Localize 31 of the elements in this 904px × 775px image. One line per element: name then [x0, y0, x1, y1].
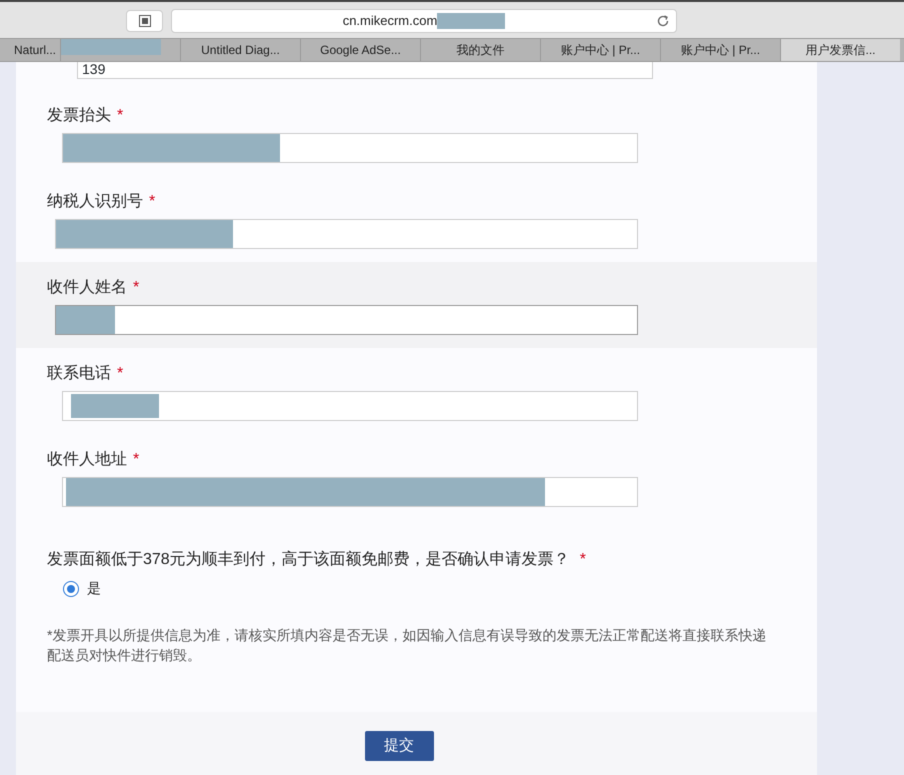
redaction-block	[437, 13, 506, 29]
redaction-block	[56, 306, 115, 334]
url-text: cn.mikecrm.com	[342, 12, 438, 30]
text-field[interactable]	[62, 477, 638, 507]
field-value: 139	[82, 62, 106, 77]
required-mark: *	[149, 193, 156, 210]
sidebar-button[interactable]	[126, 10, 163, 32]
required-mark: *	[117, 365, 124, 382]
field-label: 收件人地址	[47, 451, 127, 468]
text-field[interactable]: 139	[77, 62, 653, 79]
question-label: 发票面额低于378元为顺丰到付，高于该面额免邮费，是否确认申请发票？	[47, 551, 570, 568]
option-label[interactable]: 是	[87, 578, 101, 599]
field-label: 纳税人识别号	[47, 193, 143, 210]
required-mark: *	[117, 107, 124, 124]
reload-icon[interactable]	[656, 14, 670, 28]
browser-tab[interactable]: 用户发票信...	[780, 39, 900, 61]
text-field[interactable]	[62, 391, 638, 421]
required-mark: *	[580, 551, 586, 568]
text-field[interactable]	[55, 219, 638, 249]
field-label: 发票抬头	[47, 107, 111, 124]
field-label: 收件人姓名	[47, 279, 127, 296]
text-field[interactable]	[62, 133, 638, 163]
required-mark: *	[133, 451, 140, 468]
address-bar[interactable]: cn.mikecrm.com	[171, 9, 677, 33]
required-mark: *	[133, 279, 140, 296]
field-label: 联系电话	[47, 365, 111, 382]
sidebar-icon	[138, 15, 150, 27]
text-field[interactable]	[55, 305, 638, 335]
note-text: *发票开具以所提供信息为准，请核实所填内容是否无误，如因输入信息有误导致的发票无法正常配送将直接联系快递配送员对快件进行销毁。	[47, 626, 768, 665]
radio-button[interactable]	[63, 580, 79, 596]
submit-button[interactable]: 提交	[364, 731, 434, 761]
